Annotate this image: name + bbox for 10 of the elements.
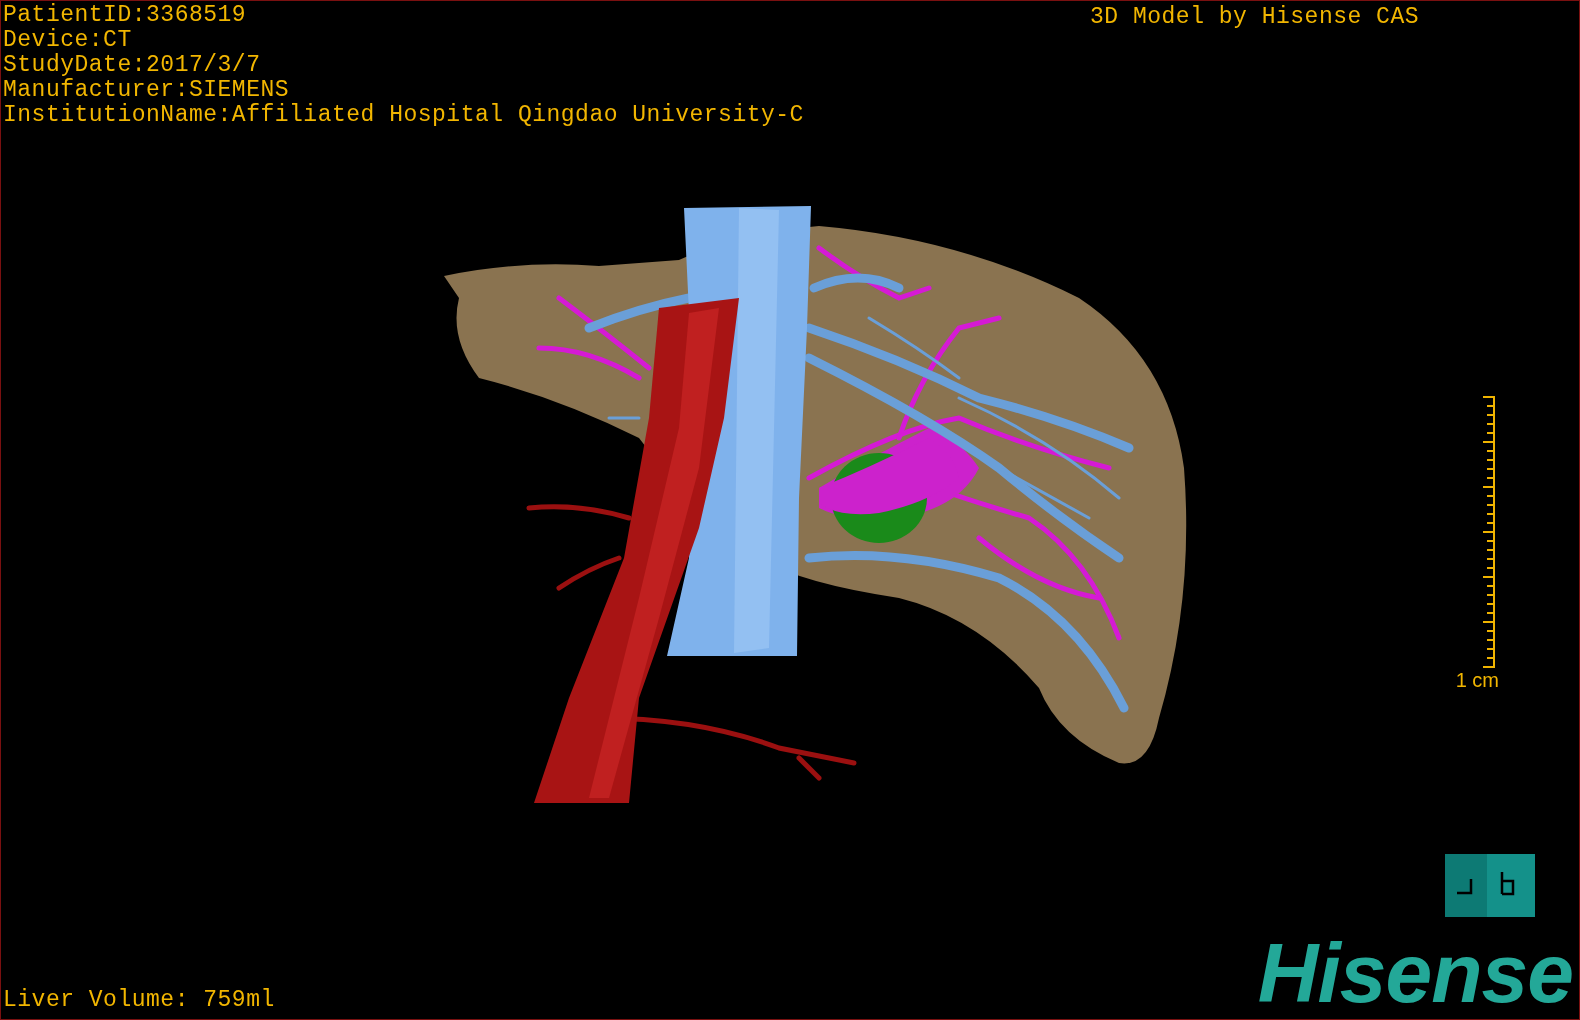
brand-logo: Hisense <box>1257 933 1574 1013</box>
orientation-cube-icon[interactable] <box>1445 854 1535 917</box>
study-info-text: Device:CT <box>3 28 133 53</box>
viewer-title: 3D Model by Hisense CAS <box>1090 5 1419 30</box>
study-info-text: PatientID:3368519 <box>3 3 248 28</box>
study-info-text: StudyDate:2017/3/7 <box>3 53 262 78</box>
study-info-text: Manufacturer:SIEMENS <box>3 78 291 103</box>
scale-label: 1 cm <box>1455 669 1499 691</box>
study-info-text: InstitutionName:Affiliated Hospital Qingdao University-C <box>3 103 804 128</box>
liver-volume-text: Liver Volume: 759ml <box>2 988 275 1015</box>
